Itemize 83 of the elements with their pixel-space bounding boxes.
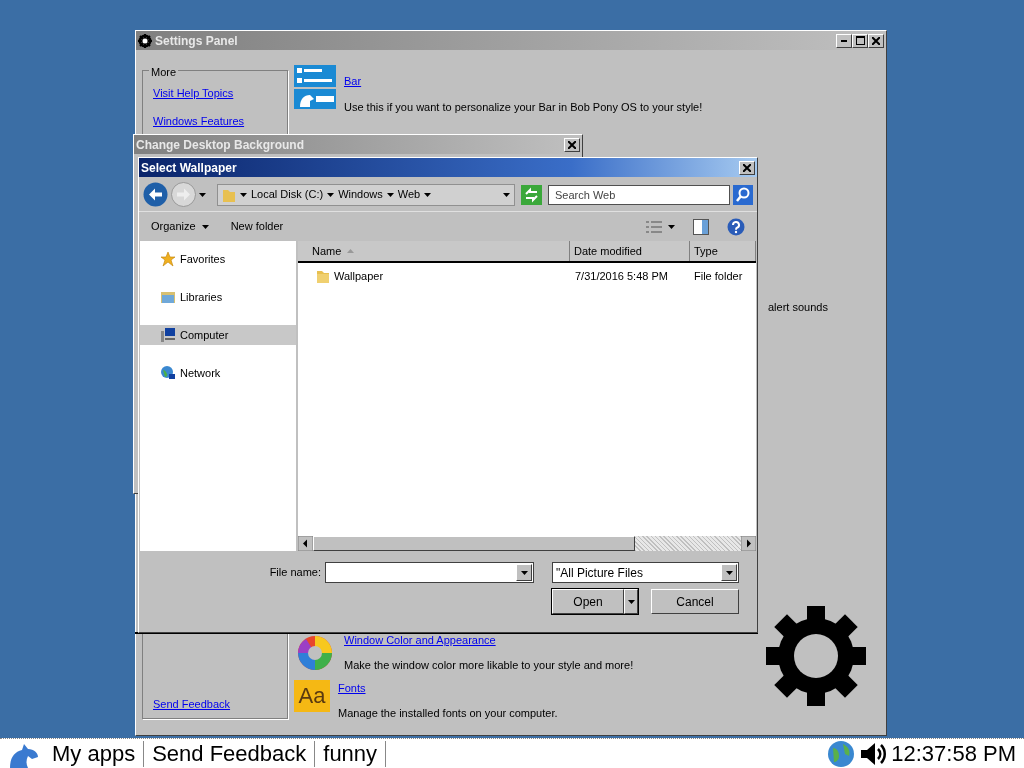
caret-icon: [503, 192, 510, 197]
field-label: File name:: [269, 565, 321, 581]
close-icon: [872, 36, 880, 45]
breadcrumb[interactable]: Local Disk (C:): [251, 186, 324, 203]
caret-icon: [327, 192, 335, 197]
caret-icon: [520, 570, 528, 575]
file-type-dropdown[interactable]: "All Picture Files: [552, 562, 739, 583]
window-title: Select Wallpaper: [141, 159, 237, 177]
link[interactable]: Fonts: [338, 681, 366, 694]
description: Make the window color more likable to your style and more!: [344, 658, 634, 673]
cancel-button[interactable]: Cancel: [651, 589, 739, 614]
open-dropdown-button[interactable]: [624, 589, 638, 614]
minimize-icon: [841, 39, 847, 42]
caret-icon: [627, 599, 635, 604]
bar-preview-icon: [294, 65, 336, 109]
column-header[interactable]: Date modified: [570, 241, 690, 261]
library-icon: [160, 289, 176, 305]
file-name-field[interactable]: [325, 562, 534, 583]
help-icon: [727, 217, 745, 236]
back-button[interactable]: [143, 182, 168, 207]
globe-icon[interactable]: [827, 739, 856, 768]
taskbar-button[interactable]: My apps: [44, 740, 145, 767]
address-bar[interactable]: Local Disk (C:) Windows Web: [217, 183, 515, 206]
taskbar-button[interactable]: Send Feedback: [144, 740, 316, 767]
link[interactable]: Visit Help Topics: [153, 87, 234, 99]
maximize-icon: [855, 36, 865, 45]
file-type: File folder: [693, 268, 743, 284]
caret-icon: [201, 224, 209, 229]
caret-icon: [386, 192, 394, 197]
search-button[interactable]: [733, 184, 753, 205]
sort-arrow-icon: [347, 249, 355, 253]
nav-item[interactable]: Libraries: [140, 287, 296, 307]
close-icon: [743, 163, 751, 172]
gear-icon: [766, 606, 866, 706]
close-icon: [568, 140, 576, 149]
refresh-icon: [521, 184, 542, 205]
description: Manage the installed fonts on your computer.: [338, 706, 558, 721]
folder-icon: [316, 268, 330, 284]
caret-icon: [199, 192, 206, 197]
clock: 12:37:58 PM: [891, 740, 1016, 768]
computer-icon: [160, 327, 176, 343]
link[interactable]: Send Feedback: [153, 698, 231, 710]
search-icon: [733, 184, 753, 205]
caret-icon: [240, 192, 247, 197]
search-field[interactable]: Search Web: [548, 184, 730, 205]
toolbar-button[interactable]: New folder: [226, 218, 288, 235]
window-title: Change Desktop Background: [136, 136, 305, 154]
description: Use this if you want to personalize your Bar in Bob Pony OS to your style!: [344, 99, 703, 115]
close-button[interactable]: [564, 137, 580, 152]
scroll-right-icon[interactable]: [741, 536, 756, 551]
link[interactable]: Window Color and Appearance: [344, 633, 496, 646]
star-icon: [160, 251, 176, 267]
fonts-icon: Aa: [294, 679, 330, 712]
link[interactable]: Bar: [344, 75, 362, 87]
close-button[interactable]: [868, 33, 884, 48]
link[interactable]: Windows Features: [153, 114, 245, 127]
window-title: Settings Panel: [155, 32, 238, 50]
nav-item[interactable]: Network: [140, 363, 296, 383]
file-date: 7/31/2016 5:48 PM: [574, 268, 669, 284]
caret-icon: [668, 224, 675, 229]
scroll-left-icon[interactable]: [298, 536, 313, 551]
breadcrumb[interactable]: Windows: [338, 186, 383, 203]
text: alert sounds: [768, 300, 829, 315]
taskbar-button[interactable]: funny: [315, 740, 387, 767]
close-button[interactable]: [739, 160, 755, 175]
nav-item[interactable]: Favorites: [140, 249, 296, 269]
caret-icon: [725, 570, 733, 575]
nav-item[interactable]: Computer: [140, 325, 296, 345]
refresh-button[interactable]: [521, 184, 542, 205]
column-header[interactable]: Type: [690, 241, 756, 261]
file-name[interactable]: Wallpaper: [334, 267, 384, 285]
gear-icon: [138, 33, 152, 48]
minimize-button[interactable]: [836, 33, 852, 48]
maximize-button[interactable]: [852, 33, 868, 48]
globe-icon: [160, 365, 176, 381]
column-header[interactable]: Name: [298, 241, 570, 261]
caret-icon: [424, 192, 432, 197]
preview-pane-icon: [693, 218, 709, 235]
toolbar-button[interactable]: Organize: [147, 218, 213, 235]
list-view-icon: [646, 219, 662, 234]
breadcrumb[interactable]: Web: [397, 186, 421, 203]
open-button[interactable]: Open: [552, 589, 624, 614]
history-dropdown[interactable]: [199, 192, 206, 197]
